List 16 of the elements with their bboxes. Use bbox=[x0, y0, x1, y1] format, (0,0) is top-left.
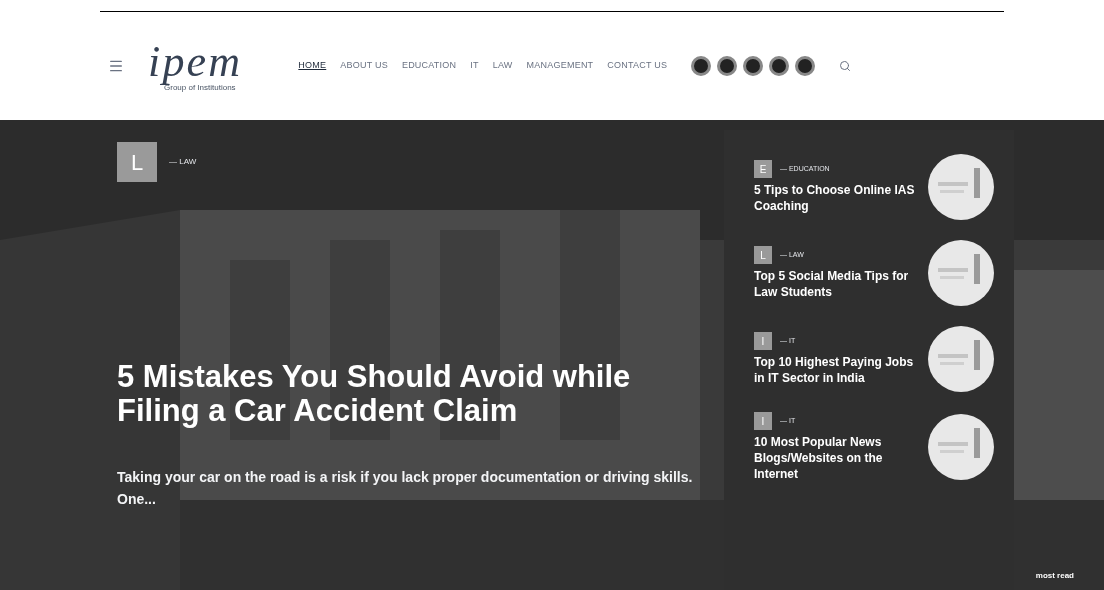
nav-link[interactable]: IT bbox=[470, 59, 479, 73]
social-icon[interactable] bbox=[795, 56, 816, 76]
social-icon[interactable] bbox=[743, 56, 764, 76]
nav-link[interactable]: HOME bbox=[298, 59, 327, 73]
nav-link[interactable]: EDUCATION bbox=[401, 59, 457, 73]
nav-link[interactable]: ABOUT US bbox=[340, 59, 388, 73]
nav-link[interactable]: LAW bbox=[492, 59, 513, 73]
menu-icon[interactable] bbox=[108, 58, 124, 74]
nav-link[interactable]: MANAGEMENT bbox=[526, 59, 594, 73]
social-icon[interactable] bbox=[769, 56, 790, 76]
social-icon[interactable] bbox=[717, 56, 738, 76]
search-icon[interactable] bbox=[839, 60, 852, 72]
logo-tagline: Group of Institutions bbox=[164, 84, 236, 92]
nav-link[interactable]: CONTACT US bbox=[607, 59, 668, 73]
social-icon[interactable] bbox=[691, 56, 712, 76]
logo: ipem bbox=[148, 40, 243, 84]
